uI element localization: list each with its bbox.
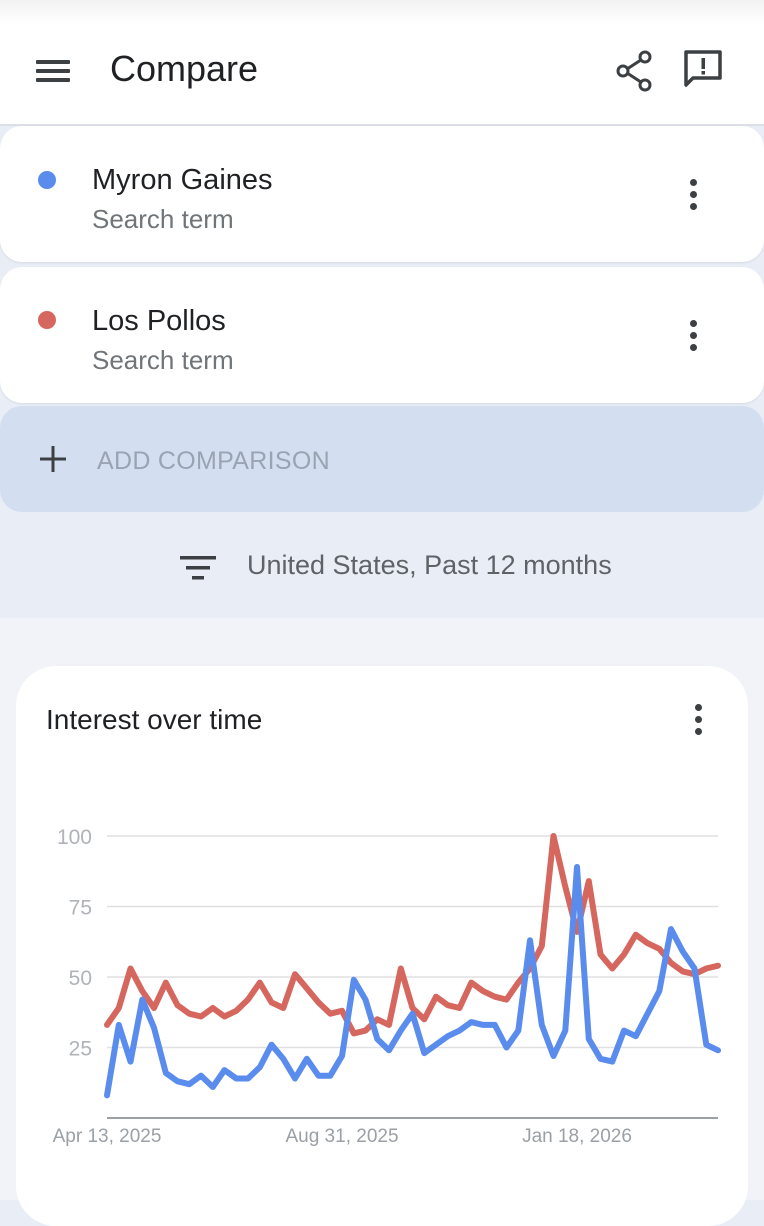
search-term-type: Search term bbox=[92, 204, 234, 234]
series-line-myron-gaines bbox=[104, 864, 721, 1099]
series-line-los-pollos bbox=[104, 833, 721, 1037]
add-comparison-label: ADD COMPARISON bbox=[97, 447, 330, 475]
y-tick-label: 50 bbox=[69, 967, 92, 990]
add-comparison-button[interactable]: ADD COMPARISON bbox=[0, 406, 764, 512]
more-options-icon[interactable] bbox=[681, 179, 705, 219]
series-color-dot bbox=[38, 171, 56, 189]
filter-label: United States, Past 12 months bbox=[247, 550, 612, 580]
y-tick-label: 100 bbox=[57, 826, 92, 849]
feedback-icon[interactable] bbox=[682, 48, 724, 90]
share-icon[interactable] bbox=[614, 50, 656, 92]
page-title: Compare bbox=[110, 48, 259, 89]
menu-icon[interactable] bbox=[34, 56, 72, 86]
search-term-card[interactable]: Los Pollos Search term bbox=[0, 267, 764, 403]
y-tick-label: 25 bbox=[69, 1038, 92, 1061]
x-tick-label: Apr 13, 2025 bbox=[53, 1126, 162, 1147]
filter-button[interactable]: United States, Past 12 months bbox=[0, 540, 764, 594]
x-tick-label: Jan 18, 2026 bbox=[522, 1126, 632, 1147]
series-color-dot bbox=[38, 311, 56, 329]
search-term-name: Los Pollos bbox=[92, 305, 226, 337]
search-term-name: Myron Gaines bbox=[92, 164, 273, 196]
more-options-icon[interactable] bbox=[681, 320, 705, 360]
interest-over-time-card: Interest over time 100 75 50 25 Apr 13, 2025… bbox=[16, 666, 748, 1226]
search-term-type: Search term bbox=[92, 345, 234, 375]
x-tick-label: Aug 31, 2025 bbox=[285, 1126, 398, 1147]
filter-icon bbox=[180, 554, 216, 582]
search-term-card[interactable]: Myron Gaines Search term bbox=[0, 126, 764, 262]
plus-icon bbox=[38, 444, 68, 474]
y-tick-label: 75 bbox=[69, 897, 92, 920]
app-bar: Compare bbox=[0, 0, 764, 126]
interest-over-time-chart: 100 75 50 25 Apr 13, 2025 Aug 31, 2025 Jan 18,… bbox=[53, 826, 721, 1147]
